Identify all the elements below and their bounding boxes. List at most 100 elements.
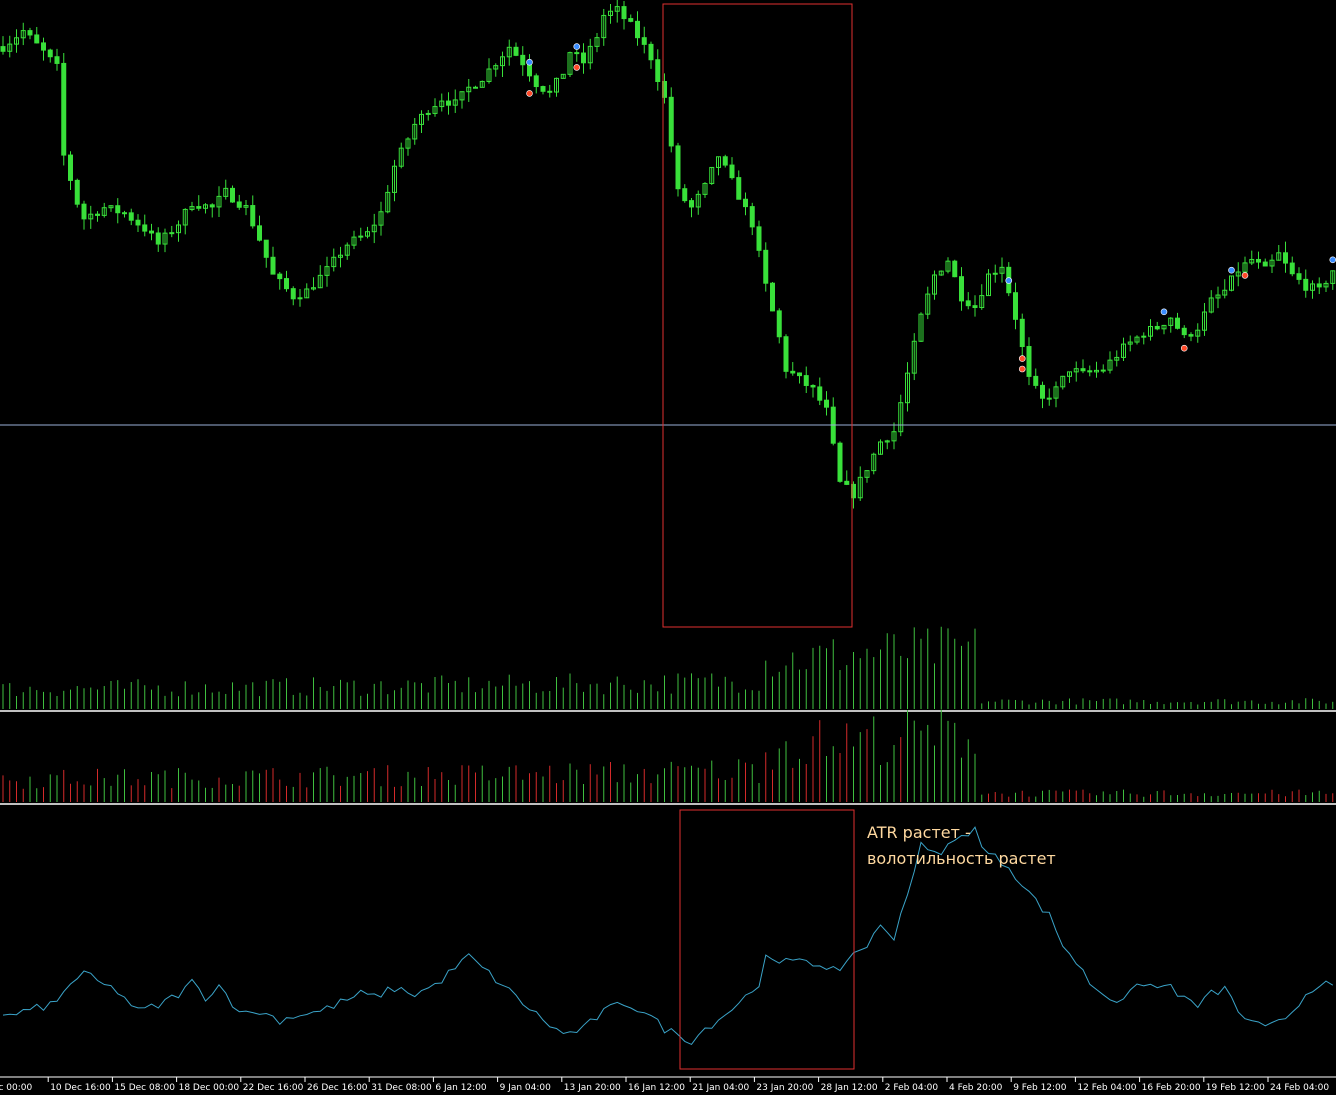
time-axis-label: 31 Dec 08:00 bbox=[371, 1083, 432, 1093]
time-axis-label: 22 Dec 16:00 bbox=[243, 1083, 304, 1093]
candle-body bbox=[817, 386, 823, 401]
sell-signal-marker bbox=[1018, 365, 1026, 373]
candle-body bbox=[1046, 397, 1052, 400]
candle-body bbox=[783, 336, 789, 372]
candle-body bbox=[520, 54, 526, 66]
candle-body bbox=[844, 480, 850, 485]
candle-body bbox=[34, 34, 40, 44]
sell-signal-marker bbox=[573, 64, 581, 71]
sell-signal-marker bbox=[1180, 344, 1188, 352]
candle-body bbox=[628, 18, 634, 22]
candle-body bbox=[27, 30, 33, 36]
time-axis-label: 13 Jan 20:00 bbox=[564, 1083, 621, 1093]
time-axis-label: Dec 00:00 bbox=[0, 1083, 32, 1093]
candle-body bbox=[41, 42, 46, 51]
time-axis-label: 21 Jan 04:00 bbox=[692, 1083, 749, 1093]
candle-body bbox=[655, 59, 661, 83]
candle-body bbox=[668, 96, 674, 147]
candle-body bbox=[547, 90, 553, 93]
candle-body bbox=[68, 154, 73, 181]
candle-body bbox=[824, 399, 829, 408]
candle-body bbox=[230, 187, 235, 203]
candle-body bbox=[1262, 261, 1268, 267]
candle-body bbox=[290, 288, 296, 300]
candle-body bbox=[621, 6, 627, 20]
time-axis-label: 15 Dec 08:00 bbox=[114, 1083, 175, 1093]
candle-body bbox=[756, 226, 762, 251]
candle-body bbox=[1040, 384, 1045, 399]
time-axis-label: 12 Feb 04:00 bbox=[1077, 1083, 1136, 1093]
candle-body bbox=[1087, 370, 1093, 373]
candle-body bbox=[1080, 368, 1086, 372]
candle-body bbox=[446, 100, 451, 106]
candle-body bbox=[47, 49, 53, 58]
candle-body bbox=[135, 219, 141, 226]
buy-signal-marker bbox=[1228, 266, 1235, 274]
candle-body bbox=[513, 46, 519, 56]
candle-body bbox=[689, 200, 694, 208]
candle-body bbox=[959, 276, 964, 302]
sell-signal-marker bbox=[526, 90, 533, 97]
time-axis-label: 16 Feb 20:00 bbox=[1142, 1083, 1201, 1093]
candle-body bbox=[1188, 334, 1194, 337]
candle-body bbox=[263, 239, 269, 258]
candle-body bbox=[128, 212, 134, 221]
time-axis-label: 18 Dec 00:00 bbox=[179, 1083, 240, 1093]
candle-body bbox=[209, 204, 215, 208]
candle-body bbox=[682, 188, 688, 202]
candle-body bbox=[722, 156, 728, 166]
candle-body bbox=[257, 225, 262, 241]
candle-body bbox=[1296, 273, 1302, 280]
candle-body bbox=[965, 300, 971, 307]
candle-body bbox=[142, 224, 148, 232]
candle-body bbox=[1100, 369, 1106, 372]
annotation-line-1: ATR растет - bbox=[867, 823, 971, 842]
buy-signal-marker bbox=[573, 43, 581, 50]
candle-body bbox=[0, 46, 6, 52]
candle-body bbox=[236, 201, 242, 208]
candle-body bbox=[270, 256, 276, 275]
candle-body bbox=[473, 86, 478, 89]
candle-body bbox=[1154, 325, 1160, 330]
buy-signal-marker bbox=[1160, 308, 1168, 316]
candle-body bbox=[776, 310, 782, 338]
candle-body bbox=[1283, 252, 1288, 264]
candle-body bbox=[81, 203, 87, 220]
time-axis-label: 28 Jan 12:00 bbox=[821, 1083, 878, 1093]
candle-body bbox=[169, 232, 175, 235]
candle-body bbox=[1175, 317, 1180, 329]
candle-body bbox=[581, 52, 586, 64]
candle-body bbox=[648, 43, 654, 61]
time-axis-label: 19 Feb 12:00 bbox=[1206, 1083, 1265, 1093]
time-axis-label: 24 Feb 04:00 bbox=[1270, 1083, 1329, 1093]
candle-body bbox=[1033, 375, 1039, 386]
candle-body bbox=[149, 230, 154, 234]
candle-body bbox=[729, 164, 735, 179]
candle-body bbox=[635, 20, 640, 39]
trading-chart: ATR растет - волотильность растет Dec 00… bbox=[0, 0, 1336, 1095]
candle-body bbox=[736, 177, 742, 200]
candle-body bbox=[1289, 262, 1295, 275]
candle-body bbox=[74, 179, 80, 205]
candle-body bbox=[749, 206, 755, 228]
candle-body bbox=[641, 37, 647, 45]
candle-body bbox=[540, 86, 546, 92]
candle-body bbox=[1303, 278, 1309, 291]
candle-body bbox=[972, 305, 978, 309]
time-axis-label: 26 Dec 16:00 bbox=[307, 1083, 368, 1093]
candle-body bbox=[155, 232, 161, 245]
candle-body bbox=[797, 372, 802, 377]
candle-body bbox=[1026, 346, 1032, 377]
candle-body bbox=[358, 235, 364, 238]
sell-signal-marker bbox=[1241, 272, 1249, 279]
sell-signal-marker bbox=[1018, 355, 1026, 362]
candle-body bbox=[992, 272, 998, 275]
candle-body bbox=[1013, 292, 1018, 320]
time-axis-label: 6 Jan 12:00 bbox=[435, 1083, 487, 1093]
candle-body bbox=[1181, 327, 1187, 336]
candle-body bbox=[952, 260, 958, 278]
time-axis-label: 2 Feb 04:00 bbox=[885, 1083, 939, 1093]
candle-body bbox=[743, 198, 748, 208]
candle-body bbox=[425, 112, 431, 115]
candle-body bbox=[810, 384, 816, 388]
